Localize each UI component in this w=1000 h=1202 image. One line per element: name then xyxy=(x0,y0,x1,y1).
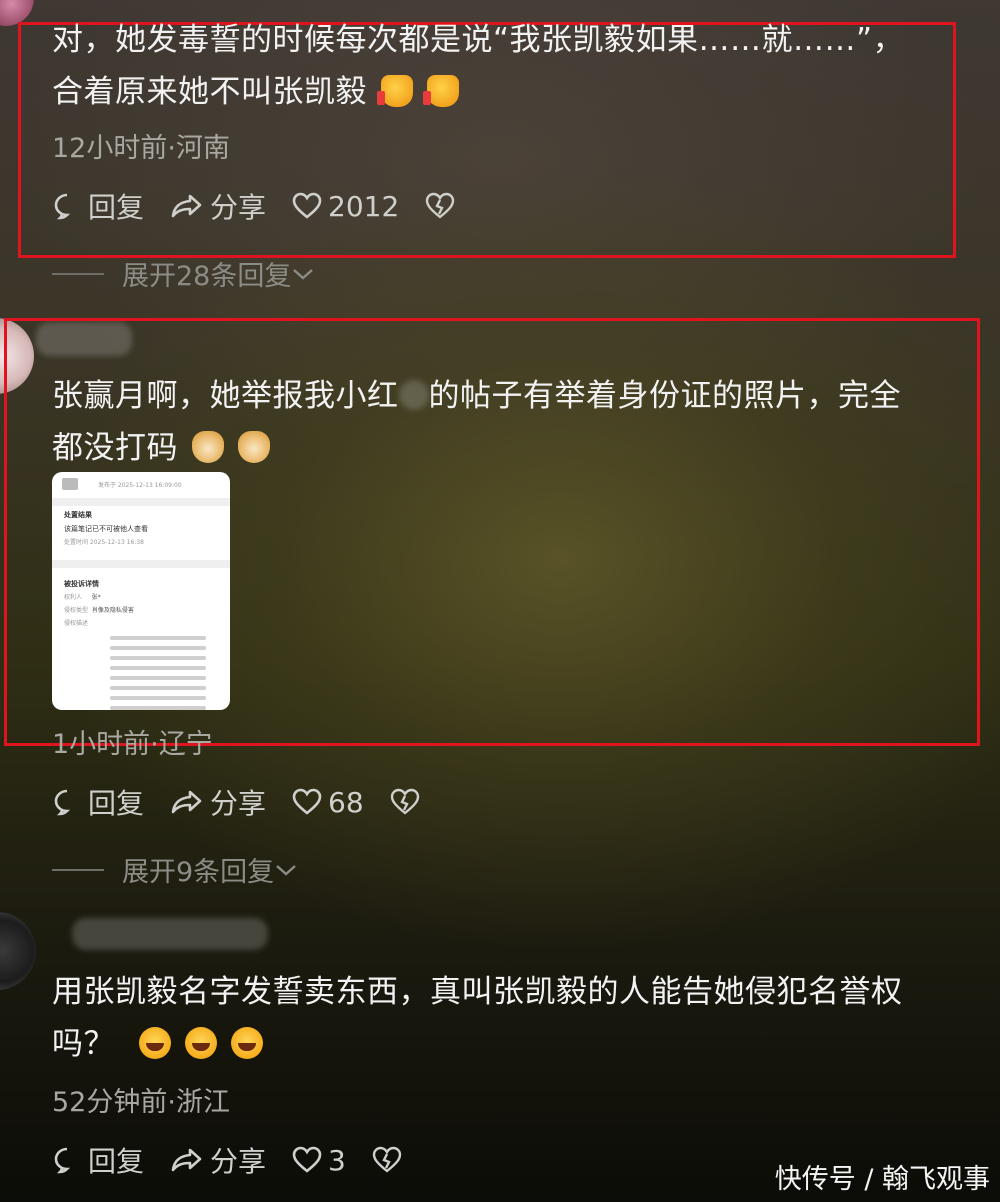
screenshot-row-label: 侵权描述 xyxy=(64,620,89,627)
heart-icon xyxy=(292,1146,322,1173)
reply-label: 回复 xyxy=(88,1145,145,1178)
divider xyxy=(52,560,230,568)
comment-text-line: 用张凯毅名字发誓卖东西，真叫张凯毅的人能告她侵犯名誉权 xyxy=(52,974,903,1010)
thumbnail-icon xyxy=(62,478,78,490)
text-line-placeholder xyxy=(110,686,206,690)
reply-icon xyxy=(54,789,71,816)
dog-face-icon xyxy=(238,431,270,463)
thumbs-up-icon xyxy=(423,75,459,107)
screenshot-row-label: 权利人 xyxy=(64,594,83,601)
reply-label: 回复 xyxy=(88,787,145,820)
share-label: 分享 xyxy=(210,1145,267,1178)
screenshot-detail-title: 被投诉详情 xyxy=(64,580,99,588)
comment-text-line: 对，她发毒誓的时候每次都是说“我张凯毅如果……就……”， xyxy=(52,22,905,58)
reply-button[interactable]: 回复 xyxy=(52,1140,144,1180)
laughing-tears-icon xyxy=(231,1027,263,1059)
dislike-button[interactable] xyxy=(425,192,461,220)
screenshot-row-label: 侵权类型 xyxy=(64,607,89,614)
expand-replies[interactable]: 展开9条回复 xyxy=(52,850,298,889)
divider xyxy=(52,498,230,506)
share-icon xyxy=(171,1148,202,1172)
screenshot-header: 发布于 2025-12-13 16:09:00 xyxy=(98,481,182,489)
share-label: 分享 xyxy=(210,787,267,820)
broken-heart-icon xyxy=(390,788,419,815)
text-line-placeholder xyxy=(110,706,206,710)
reply-label: 回复 xyxy=(88,191,145,224)
reply-button[interactable]: 回复 xyxy=(52,782,144,822)
screenshot-row-value: 肖像及隐私侵害 xyxy=(91,607,134,614)
like-count: 68 xyxy=(328,785,364,819)
divider xyxy=(52,272,104,275)
text-line-placeholder xyxy=(110,696,206,700)
share-label: 分享 xyxy=(210,191,267,224)
screenshot-result-title: 处置结果 xyxy=(64,511,92,519)
avatar[interactable] xyxy=(0,912,36,990)
heart-icon xyxy=(292,192,322,219)
comment-text: 都没打码 xyxy=(52,422,270,474)
dislike-button[interactable] xyxy=(372,1146,408,1174)
broken-heart-icon xyxy=(426,192,455,219)
expand-replies[interactable]: 展开28条回复 xyxy=(52,254,315,293)
comment-text-line: 张赢月啊，她举报我小红 xyxy=(52,378,399,414)
share-button[interactable]: 分享 xyxy=(170,782,266,822)
screenshot-result-time: 处置时间 2025-12-13 16:38 xyxy=(64,539,144,546)
comment-text: 吗？ xyxy=(52,1018,263,1070)
comment-text: 合着原来她不叫张凯毅 xyxy=(52,66,459,118)
share-button[interactable]: 分享 xyxy=(170,1140,266,1180)
username-blurred xyxy=(72,918,268,950)
screenshot-result-text: 该篇笔记已不可被他人查看 xyxy=(64,525,148,533)
laughing-tears-icon xyxy=(139,1027,171,1059)
broken-heart-icon xyxy=(372,1146,402,1173)
comment-actions: 回复 分享 2012 xyxy=(52,186,487,226)
reply-icon xyxy=(54,193,71,220)
screenshot-row-value: 张* xyxy=(91,594,101,601)
comment-text: 用张凯毅名字发誓卖东西，真叫张凯毅的人能告她侵犯名誉权 xyxy=(52,966,903,1018)
text-line-placeholder xyxy=(110,656,206,660)
text-line-placeholder xyxy=(110,646,206,650)
chevron-down-icon xyxy=(293,268,314,280)
share-button[interactable]: 分享 xyxy=(170,186,266,226)
reply-icon xyxy=(54,1147,71,1174)
expand-label: 展开28条回复 xyxy=(122,261,292,292)
blurred-word xyxy=(398,380,429,410)
text-line-placeholder xyxy=(110,636,206,640)
divider xyxy=(52,868,104,871)
comment-text-line: 的帖子有举着身份证的照片，完全 xyxy=(428,378,901,414)
comment-text: 张赢月啊，她举报我小红 的帖子有举着身份证的照片，完全 xyxy=(52,370,901,422)
comment-text-line: 吗？ xyxy=(52,1026,115,1062)
reply-button[interactable]: 回复 xyxy=(52,186,144,226)
like-count: 2012 xyxy=(328,189,400,223)
thumbs-up-icon xyxy=(377,75,413,107)
text-line-placeholder xyxy=(110,666,206,670)
laughing-tears-icon xyxy=(185,1027,217,1059)
dislike-button[interactable] xyxy=(390,788,426,816)
dog-face-icon xyxy=(192,431,224,463)
share-icon xyxy=(171,790,202,814)
text-line-placeholder xyxy=(110,676,206,680)
comment-image[interactable]: 发布于 2025-12-13 16:09:00 处置结果 该篇笔记已不可被他人查… xyxy=(52,472,230,710)
comment-text: 对，她发毒誓的时候每次都是说“我张凯毅如果……就……”， xyxy=(52,14,982,66)
comment-meta: 1小时前·辽宁 xyxy=(52,729,213,760)
comment-actions: 回复 分享 68 xyxy=(52,782,452,822)
chevron-down-icon xyxy=(276,864,296,876)
comment-meta: 52分钟前·浙江 xyxy=(52,1087,230,1118)
expand-label: 展开9条回复 xyxy=(122,857,275,888)
like-button[interactable]: 68 xyxy=(292,786,364,819)
heart-icon xyxy=(292,788,322,815)
comment-text-line: 都没打码 xyxy=(52,430,178,466)
like-button[interactable]: 2012 xyxy=(292,190,399,223)
comment-text-line: 合着原来她不叫张凯毅 xyxy=(52,74,367,110)
like-count: 3 xyxy=(328,1143,346,1177)
comment-actions: 回复 分享 3 xyxy=(52,1140,434,1180)
comment-meta: 12小时前·河南 xyxy=(52,133,230,164)
watermark: 快传号 / 翰飞观事 xyxy=(774,1164,990,1195)
share-icon xyxy=(171,194,202,218)
like-button[interactable]: 3 xyxy=(292,1144,346,1177)
